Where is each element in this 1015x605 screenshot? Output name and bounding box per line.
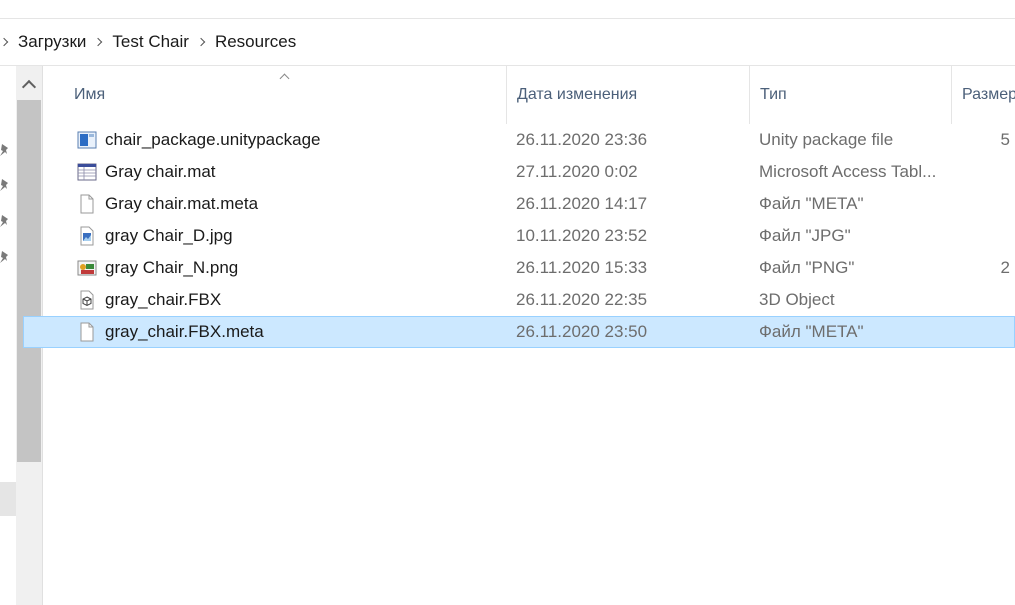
scrollbar-thumb[interactable] xyxy=(17,100,41,462)
file-size xyxy=(952,157,1015,187)
file-type: Microsoft Access Tabl... xyxy=(759,162,937,181)
blank-file-icon xyxy=(80,194,94,214)
navigation-selected-item[interactable] xyxy=(0,482,16,516)
jpg-image-icon xyxy=(80,226,94,246)
file-name: gray Chair_N.png xyxy=(105,258,239,277)
column-header-type[interactable]: Тип xyxy=(750,66,952,124)
column-header-date[interactable]: Дата изменения xyxy=(507,66,750,124)
file-date: 10.11.2020 23:52 xyxy=(516,226,648,245)
toolbar-strip xyxy=(0,0,1015,19)
file-date: 26.11.2020 14:17 xyxy=(516,194,648,213)
access-table-icon xyxy=(77,163,97,181)
column-header-date-label: Дата изменения xyxy=(517,86,638,103)
file-type: Файл "JPG" xyxy=(759,226,851,245)
file-row-selected[interactable]: gray_chair.FBX.meta 26.11.2020 23:50 Фай… xyxy=(23,316,1015,348)
pin-icon xyxy=(0,251,8,263)
breadcrumb-item-test-chair[interactable]: Test Chair xyxy=(104,32,197,52)
file-date: 26.11.2020 23:36 xyxy=(516,130,648,149)
file-size xyxy=(952,285,1015,315)
column-header: Имя Дата изменения Тип Размер xyxy=(46,66,1015,124)
file-name: chair_package.unitypackage xyxy=(105,130,321,149)
file-name: Gray chair.mat.meta xyxy=(105,194,259,213)
file-size xyxy=(952,317,993,347)
breadcrumb-separator-chevron-icon[interactable] xyxy=(94,37,104,47)
file-name: gray Chair_D.jpg xyxy=(105,226,233,245)
file-row[interactable]: Gray chair.mat.meta 26.11.2020 14:17 Фай… xyxy=(46,188,1015,220)
column-header-size-label: Размер xyxy=(962,86,1015,103)
breadcrumb-overflow-chevron-icon[interactable] xyxy=(0,37,10,47)
file-row[interactable]: gray Chair_D.jpg 10.11.2020 23:52 Файл "… xyxy=(46,220,1015,252)
file-type: Файл "META" xyxy=(759,194,864,213)
pin-icon xyxy=(0,179,8,191)
png-image-icon xyxy=(77,260,97,276)
file-type: 3D Object xyxy=(759,290,835,309)
file-size: 2 xyxy=(1000,258,1010,277)
3d-object-icon xyxy=(80,290,94,310)
column-header-name-label: Имя xyxy=(74,86,106,103)
file-date: 26.11.2020 23:50 xyxy=(516,322,648,341)
file-type: Unity package file xyxy=(759,130,894,149)
file-row[interactable]: gray Chair_N.png 26.11.2020 15:33 Файл "… xyxy=(46,252,1015,284)
file-name: Gray chair.mat xyxy=(105,162,216,181)
blank-file-icon xyxy=(80,322,94,342)
navigation-pane xyxy=(0,66,16,605)
file-row[interactable]: gray_chair.FBX 26.11.2020 22:35 3D Objec… xyxy=(46,284,1015,316)
file-name: gray_chair.FBX.meta xyxy=(105,322,264,341)
pin-icon xyxy=(0,144,8,156)
file-date: 26.11.2020 15:33 xyxy=(516,258,648,277)
scroll-up-arrow-icon[interactable] xyxy=(16,72,42,96)
breadcrumb: Загрузки Test Chair Resources xyxy=(0,19,1015,66)
file-date: 26.11.2020 22:35 xyxy=(516,290,648,309)
file-explorer-window: Загрузки Test Chair Resources Имя Дата и… xyxy=(0,0,1015,605)
breadcrumb-separator-chevron-icon[interactable] xyxy=(197,37,207,47)
file-name: gray_chair.FBX xyxy=(105,290,222,309)
file-size: 5 xyxy=(1000,130,1010,149)
file-type: Файл "META" xyxy=(759,322,864,341)
breadcrumb-item-downloads[interactable]: Загрузки xyxy=(10,32,94,52)
file-size xyxy=(952,189,1015,219)
file-date: 27.11.2020 0:02 xyxy=(516,162,638,181)
breadcrumb-item-resources[interactable]: Resources xyxy=(207,32,304,52)
file-row[interactable]: Gray chair.mat 27.11.2020 0:02 Microsoft… xyxy=(46,156,1015,188)
pin-icon xyxy=(0,215,8,227)
file-list: chair_package.unitypackage 26.11.2020 23… xyxy=(23,124,1015,348)
file-size xyxy=(952,221,1015,251)
file-row[interactable]: chair_package.unitypackage 26.11.2020 23… xyxy=(46,124,1015,156)
unity-package-icon xyxy=(77,131,97,149)
column-header-name[interactable]: Имя xyxy=(64,66,507,124)
file-type: Файл "PNG" xyxy=(759,258,855,277)
column-header-size[interactable]: Размер xyxy=(952,66,1015,124)
column-header-type-label: Тип xyxy=(760,86,787,103)
